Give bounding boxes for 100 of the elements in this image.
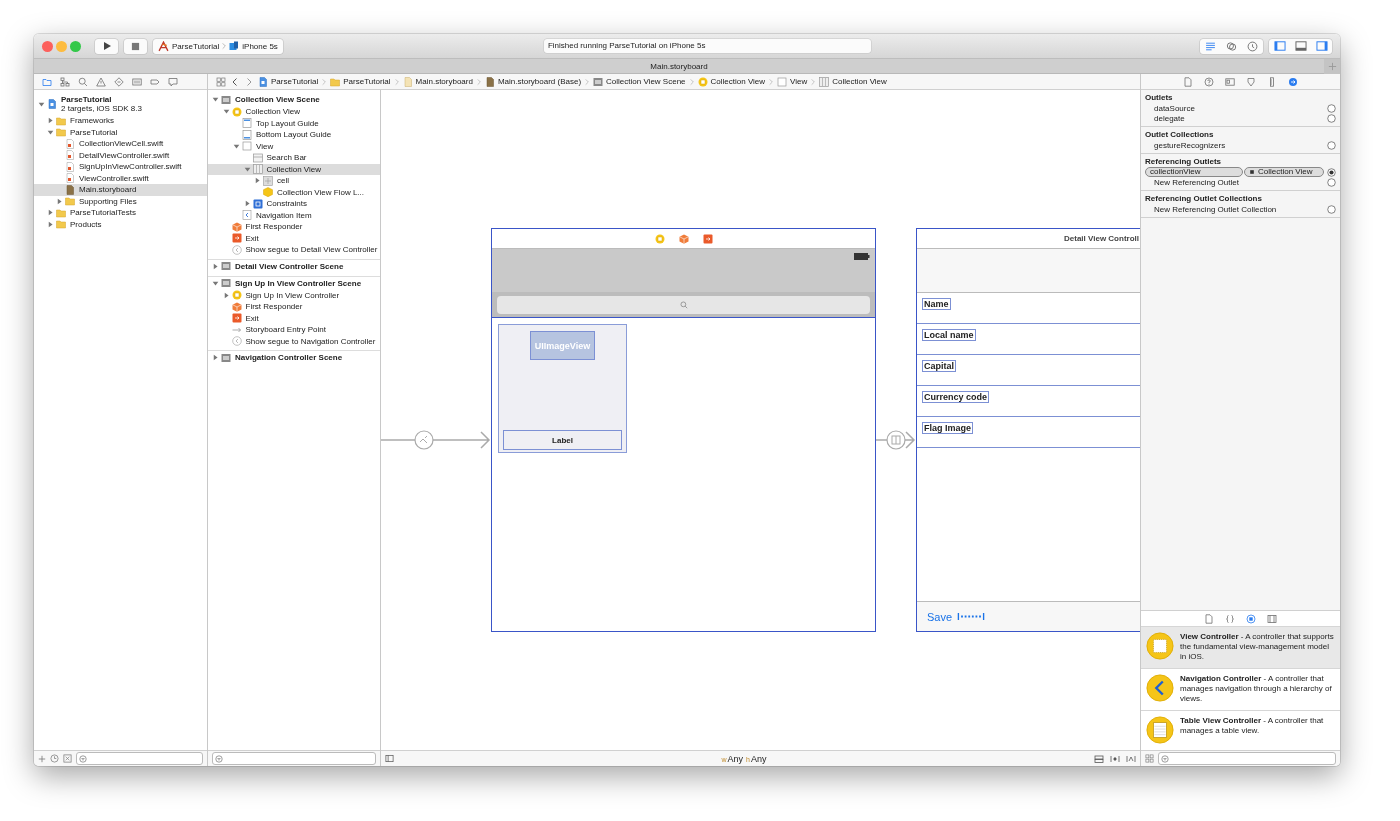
file-navigator-item[interactable]: Supporting Files: [34, 195, 207, 207]
outline-item[interactable]: Navigation Controller Scene: [208, 350, 380, 364]
file-navigator-item[interactable]: ViewController.swift: [34, 172, 207, 184]
filter-field[interactable]: [76, 752, 203, 765]
object-library-tab[interactable]: [1246, 613, 1256, 624]
zoom-button[interactable]: [70, 40, 81, 52]
file-navigator-item[interactable]: Products: [34, 218, 207, 230]
scheme-selector[interactable]: ParseTutorial: [158, 40, 220, 52]
outline-item[interactable]: Collection View: [208, 163, 380, 175]
outline-item[interactable]: First Responder: [208, 301, 380, 313]
filter-field[interactable]: [212, 752, 376, 765]
disclosure-triangle-icon[interactable]: [47, 117, 54, 125]
library-item[interactable]: Navigation Controller - A controller that manages navigation through a hierarchy of views.: [1141, 668, 1340, 710]
help-inspector-tab[interactable]: [1204, 76, 1214, 87]
run-button[interactable]: [95, 38, 118, 54]
device-selector[interactable]: iPhone 5s: [229, 41, 278, 51]
outline-item[interactable]: Collection View Flow L...: [208, 186, 380, 198]
outline-item[interactable]: Storyboard Entry Point: [208, 324, 380, 336]
filter-icon[interactable]: [63, 754, 72, 763]
outline-item[interactable]: Sign Up In View Controller Scene: [208, 275, 380, 290]
symbol-navigator-tab[interactable]: [60, 76, 70, 87]
size-inspector-tab[interactable]: [1267, 76, 1277, 87]
cube-icon[interactable]: [678, 233, 689, 244]
disclosure-triangle-icon[interactable]: [212, 354, 219, 361]
breadcrumb-item[interactable]: View: [777, 76, 808, 87]
outline-item[interactable]: cell: [208, 175, 380, 187]
filter-field[interactable]: [1158, 752, 1336, 765]
exit-icon[interactable]: [702, 233, 713, 244]
disclosure-triangle-icon[interactable]: [212, 262, 219, 270]
stack-icon[interactable]: [1094, 753, 1104, 764]
disclosure-triangle-icon[interactable]: [47, 209, 54, 217]
outline-item[interactable]: View: [208, 140, 380, 152]
disclosure-triangle-icon[interactable]: [254, 177, 261, 185]
breadcrumb-item[interactable]: Main.storyboard: [402, 76, 473, 87]
outline-item[interactable]: Top Layout Guide: [208, 117, 380, 129]
file-navigator-item[interactable]: ParseTutorial 2 targets, iOS SDK 8.3: [34, 93, 207, 115]
view-controller-icon[interactable]: [654, 233, 665, 244]
disclosure-triangle-icon[interactable]: [47, 128, 54, 136]
breadcrumb-item[interactable]: ParseTutorial: [330, 76, 391, 87]
add-button[interactable]: [38, 754, 46, 763]
outline-item[interactable]: Exit: [208, 312, 380, 324]
segue-icon[interactable]: [886, 430, 906, 450]
outline-item[interactable]: Navigation Item: [208, 209, 380, 221]
breadcrumb-item[interactable]: Main.storyboard (Base): [484, 76, 582, 87]
disclosure-triangle-icon[interactable]: [222, 108, 230, 116]
pin-icon[interactable]: [1110, 753, 1120, 764]
outline-item[interactable]: Collection View: [208, 106, 380, 118]
resolve-icon[interactable]: [1126, 753, 1136, 764]
breadcrumb-item[interactable]: Collection View Scene: [593, 76, 686, 87]
segue-icon[interactable]: [414, 430, 434, 450]
snippet-library-tab[interactable]: [1225, 613, 1235, 624]
disclosure-triangle-icon[interactable]: [243, 200, 251, 208]
disclosure-triangle-icon[interactable]: [47, 220, 54, 228]
breadcrumb-item[interactable]: ParseTutorial: [258, 76, 319, 87]
disclosure-triangle-icon[interactable]: [212, 279, 219, 287]
outline-item[interactable]: Sign Up In View Controller: [208, 289, 380, 301]
find-navigator-tab[interactable]: [78, 76, 88, 87]
outline-item[interactable]: Detail View Controller Scene: [208, 258, 380, 273]
save-button[interactable]: Save: [927, 610, 953, 623]
issue-navigator-tab[interactable]: [96, 76, 106, 87]
identity-inspector-tab[interactable]: [1225, 76, 1235, 87]
test-navigator-tab[interactable]: [114, 76, 124, 87]
disclosure-triangle-icon[interactable]: [212, 96, 219, 103]
disclosure-triangle-icon[interactable]: [243, 165, 251, 173]
close-button[interactable]: [42, 40, 53, 52]
library-item[interactable]: Table View Controller - A controller that manages a table view.: [1141, 710, 1340, 750]
outline-item[interactable]: Show segue to Detail View Controller: [208, 244, 380, 256]
disclosure-triangle-icon[interactable]: [233, 142, 240, 150]
disclosure-triangle-icon[interactable]: [222, 291, 230, 299]
file-inspector-tab[interactable]: [1183, 76, 1193, 87]
library-item[interactable]: View Controller - A controller that supports the fundamental view-management model in iOS.: [1141, 626, 1340, 668]
remove-icon[interactable]: [1249, 169, 1255, 175]
media-library-tab[interactable]: [1267, 613, 1277, 624]
connections-inspector-tab[interactable]: [1288, 76, 1298, 87]
connection-circle-icon[interactable]: [1327, 167, 1336, 177]
sidebar-toggle-icon[interactable]: [385, 754, 394, 763]
clock-icon[interactable]: [50, 754, 59, 763]
outline-item[interactable]: Exit: [208, 232, 380, 244]
outline-item[interactable]: Constraints: [208, 198, 380, 210]
file-navigator-item[interactable]: CollectionViewCell.swift: [34, 138, 207, 150]
file-navigator-item[interactable]: SignUpInViewController.swift: [34, 161, 207, 173]
attributes-inspector-tab[interactable]: [1246, 76, 1256, 87]
outline-item[interactable]: Collection View Scene: [208, 93, 380, 106]
file-navigator-item[interactable]: ParseTutorialTests: [34, 207, 207, 219]
stop-button[interactable]: [124, 38, 147, 54]
grid-icon[interactable]: [1145, 754, 1154, 763]
file-navigator-item[interactable]: ParseTutorial: [34, 126, 207, 138]
disclosure-triangle-icon[interactable]: [38, 100, 45, 108]
file-navigator-item[interactable]: Main.storyboard: [34, 184, 207, 196]
file-navigator-item[interactable]: DetailViewController.swift: [34, 149, 207, 161]
disclosure-triangle-icon[interactable]: [56, 197, 63, 205]
file-library-tab[interactable]: [1204, 613, 1214, 624]
outline-item[interactable]: First Responder: [208, 221, 380, 233]
report-navigator-tab[interactable]: [168, 76, 178, 87]
outline-item[interactable]: Search Bar: [208, 152, 380, 164]
breakpoint-navigator-tab[interactable]: [150, 76, 160, 87]
outline-item[interactable]: Bottom Layout Guide: [208, 129, 380, 141]
outline-item[interactable]: Show segue to Navigation Controller: [208, 335, 380, 347]
breadcrumb-item[interactable]: Collection View: [819, 76, 887, 87]
project-navigator-tab[interactable]: [42, 76, 52, 87]
